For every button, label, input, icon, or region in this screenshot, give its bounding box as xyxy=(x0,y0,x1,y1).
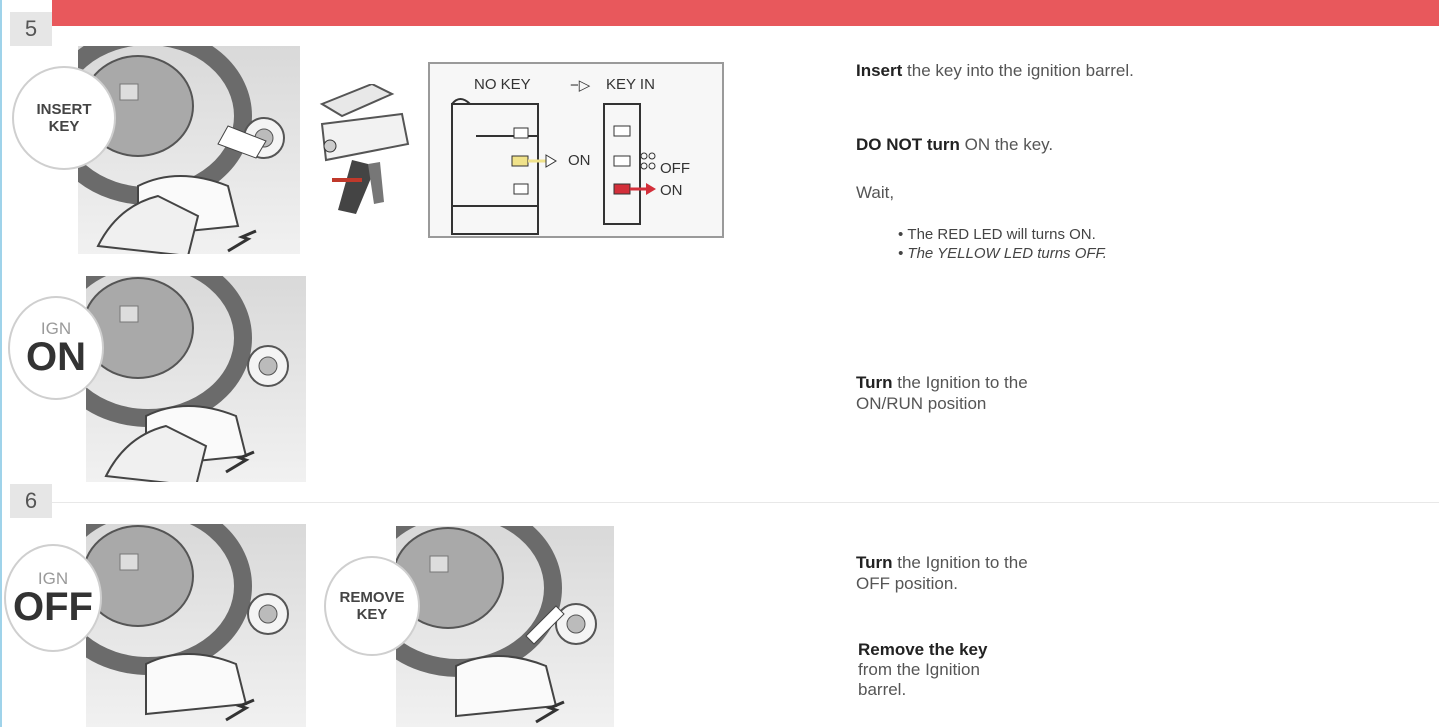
step-number-badge: 5 xyxy=(10,12,52,46)
steering-column-illustration xyxy=(312,82,420,224)
do-not-rest: ON the key. xyxy=(959,135,1054,154)
ignition-off-badge: IGN OFF xyxy=(4,544,102,652)
ign-on-big: ON xyxy=(26,335,86,379)
bullet-red-led-text: The RED LED will turns ON. xyxy=(907,226,1096,243)
remove-key-badge-line1: REMOVE xyxy=(339,589,405,606)
remove-key-instruction: Remove the key from the Ignition barrel. xyxy=(858,640,1098,700)
bullet-red-led: • The RED LED will turns ON. xyxy=(898,226,1096,243)
insert-key-badge-line2: KEY xyxy=(48,118,80,135)
insert-key-instruction: Insert the key into the ignition barrel. xyxy=(856,60,1196,81)
on-right-label: ON xyxy=(660,182,683,199)
ign-off-big: OFF xyxy=(13,585,93,629)
key-in-label: KEY IN xyxy=(606,76,655,93)
section-header-banner xyxy=(52,0,1439,26)
turn-off-bold: Turn xyxy=(856,553,893,572)
turn-on-rest1: the Ignition to the xyxy=(892,373,1028,392)
turn-off-rest1: the Ignition to the xyxy=(892,553,1028,572)
insert-rest: the key into the ignition barrel. xyxy=(902,61,1134,80)
insert-key-badge-line1: INSERT xyxy=(36,101,92,118)
step-number: 6 xyxy=(24,488,38,513)
do-not-bold: DO NOT turn xyxy=(856,135,960,154)
insert-key-badge: INSERT KEY xyxy=(12,66,116,170)
on-left-label: ON xyxy=(568,152,591,169)
no-key-label: NO KEY xyxy=(474,76,531,93)
ignition-on-badge: IGN ON xyxy=(8,296,104,400)
bullet-yellow-led: • The YELLOW LED turns OFF. xyxy=(898,245,1107,262)
turn-on-bold: Turn xyxy=(856,373,893,392)
wait-text: Wait, xyxy=(856,183,895,202)
insert-bold: Insert xyxy=(856,61,903,80)
led-status-diagram: NO KEY −▷ KEY IN ON OFF ON xyxy=(428,62,724,238)
remove-rest2: barrel. xyxy=(858,680,907,699)
step-number: 5 xyxy=(24,16,38,41)
section-divider xyxy=(52,502,1439,503)
insert-key-illustration xyxy=(78,46,300,254)
step-number-badge: 6 xyxy=(10,484,52,518)
turn-on-rest2: ON/RUN position xyxy=(856,394,987,413)
turn-off-instruction: Turn the Ignition to the OFF position. xyxy=(856,552,1156,594)
remove-key-badge-line2: KEY xyxy=(356,606,388,623)
remove-bold: Remove the key xyxy=(858,640,988,659)
bullet-yellow-led-text: The YELLOW LED turns OFF. xyxy=(907,245,1107,262)
do-not-turn-instruction: DO NOT turn ON the key. xyxy=(856,134,1236,155)
turn-off-rest2: OFF position. xyxy=(856,574,959,593)
left-edge-rule xyxy=(0,0,2,727)
off-label: OFF xyxy=(660,160,690,177)
arrow-symbol: −▷ xyxy=(570,77,591,94)
remove-rest1: from the Ignition xyxy=(858,660,980,679)
ignition-off-illustration xyxy=(86,524,306,727)
remove-key-illustration xyxy=(396,526,614,727)
turn-on-instruction: Turn the Ignition to the ON/RUN position xyxy=(856,372,1156,414)
remove-key-badge: REMOVE KEY xyxy=(324,556,420,656)
ignition-on-illustration xyxy=(86,276,306,482)
